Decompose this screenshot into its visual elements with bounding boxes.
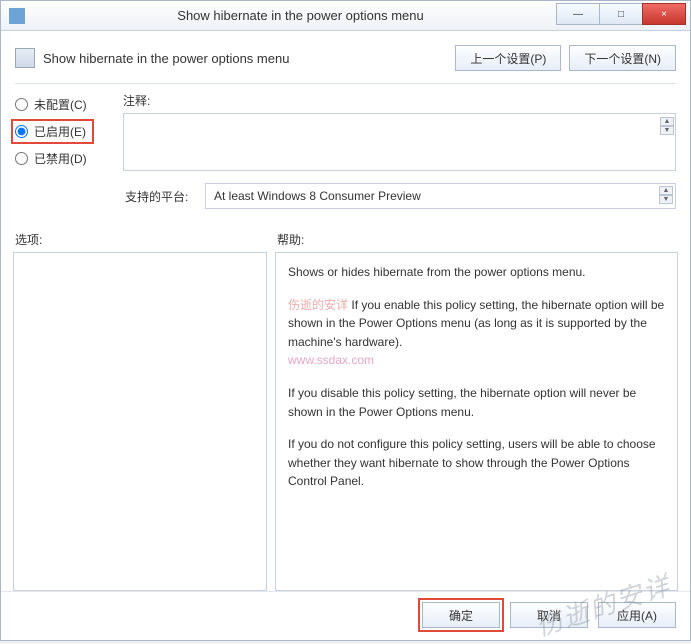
comment-column: 注释: ▲ ▼ [123,92,676,177]
help-paragraph-1: Shows or hides hibernate from the power … [288,263,665,282]
options-section-label: 选项: [15,231,277,248]
footer: 确定 取消 应用(A) [1,591,690,640]
apply-button[interactable]: 应用(A) [598,602,676,628]
ok-button[interactable]: 确定 [422,602,500,628]
header-row: Show hibernate in the power options menu… [1,31,690,77]
comment-label: 注释: [123,92,676,109]
policy-icon [15,48,35,68]
help-pane[interactable]: Shows or hides hibernate from the power … [275,252,678,591]
inline-watermark-1: 伤逝的安详 [288,298,348,312]
panes: Shows or hides hibernate from the power … [1,252,690,591]
platform-value-text: At least Windows 8 Consumer Preview [214,189,421,203]
radio-not-configured-input[interactable] [15,98,28,111]
radio-not-configured-label: 未配置(C) [34,96,87,113]
radio-column: 未配置(C) 已启用(E) 已禁用(D) [15,92,123,177]
help-paragraph-4: If you do not configure this policy sett… [288,435,665,491]
radio-not-configured[interactable]: 未配置(C) [15,96,123,113]
titlebar: Show hibernate in the power options menu… [1,1,690,31]
cancel-button[interactable]: 取消 [510,602,588,628]
policy-editor-window: Show hibernate in the power options menu… [0,0,691,641]
radio-enabled-label: 已启用(E) [34,123,86,140]
radio-enabled-input[interactable] [15,125,28,138]
next-setting-button[interactable]: 下一个设置(N) [569,45,676,71]
maximize-button[interactable]: □ [599,3,643,25]
help-section-label: 帮助: [277,231,304,248]
close-button[interactable]: × [642,3,686,25]
config-area: 未配置(C) 已启用(E) 已禁用(D) 注释: ▲ ▼ [1,84,690,179]
help-paragraph-3: If you disable this policy setting, the … [288,384,665,421]
platform-label: 支持的平台: [125,188,205,205]
help-paragraph-2: 伤逝的安详 If you enable this policy setting,… [288,296,665,370]
options-pane[interactable] [13,252,267,591]
section-labels: 选项: 帮助: [1,215,690,252]
radio-disabled-label: 已禁用(D) [34,150,87,167]
comment-spin-up-icon[interactable]: ▲ [660,117,674,126]
radio-enabled[interactable]: 已启用(E) [15,123,90,140]
inline-watermark-2: www.ssdax.com [288,353,374,367]
window-control-buttons: — □ × [557,3,686,29]
platform-value: At least Windows 8 Consumer Preview ▲ ▼ [205,183,676,209]
platform-row: 支持的平台: At least Windows 8 Consumer Previ… [1,179,690,215]
platform-spin-up-icon[interactable]: ▲ [659,186,673,195]
policy-title: Show hibernate in the power options menu [43,51,447,66]
radio-disabled[interactable]: 已禁用(D) [15,150,123,167]
previous-setting-button[interactable]: 上一个设置(P) [455,45,561,71]
comment-textarea[interactable] [123,113,676,171]
titlebar-title: Show hibernate in the power options menu [31,8,570,23]
radio-disabled-input[interactable] [15,152,28,165]
comment-spin-down-icon[interactable]: ▼ [660,126,674,135]
app-titlebar-icon [9,8,25,24]
platform-spin-down-icon[interactable]: ▼ [659,195,673,204]
minimize-button[interactable]: — [556,3,600,25]
